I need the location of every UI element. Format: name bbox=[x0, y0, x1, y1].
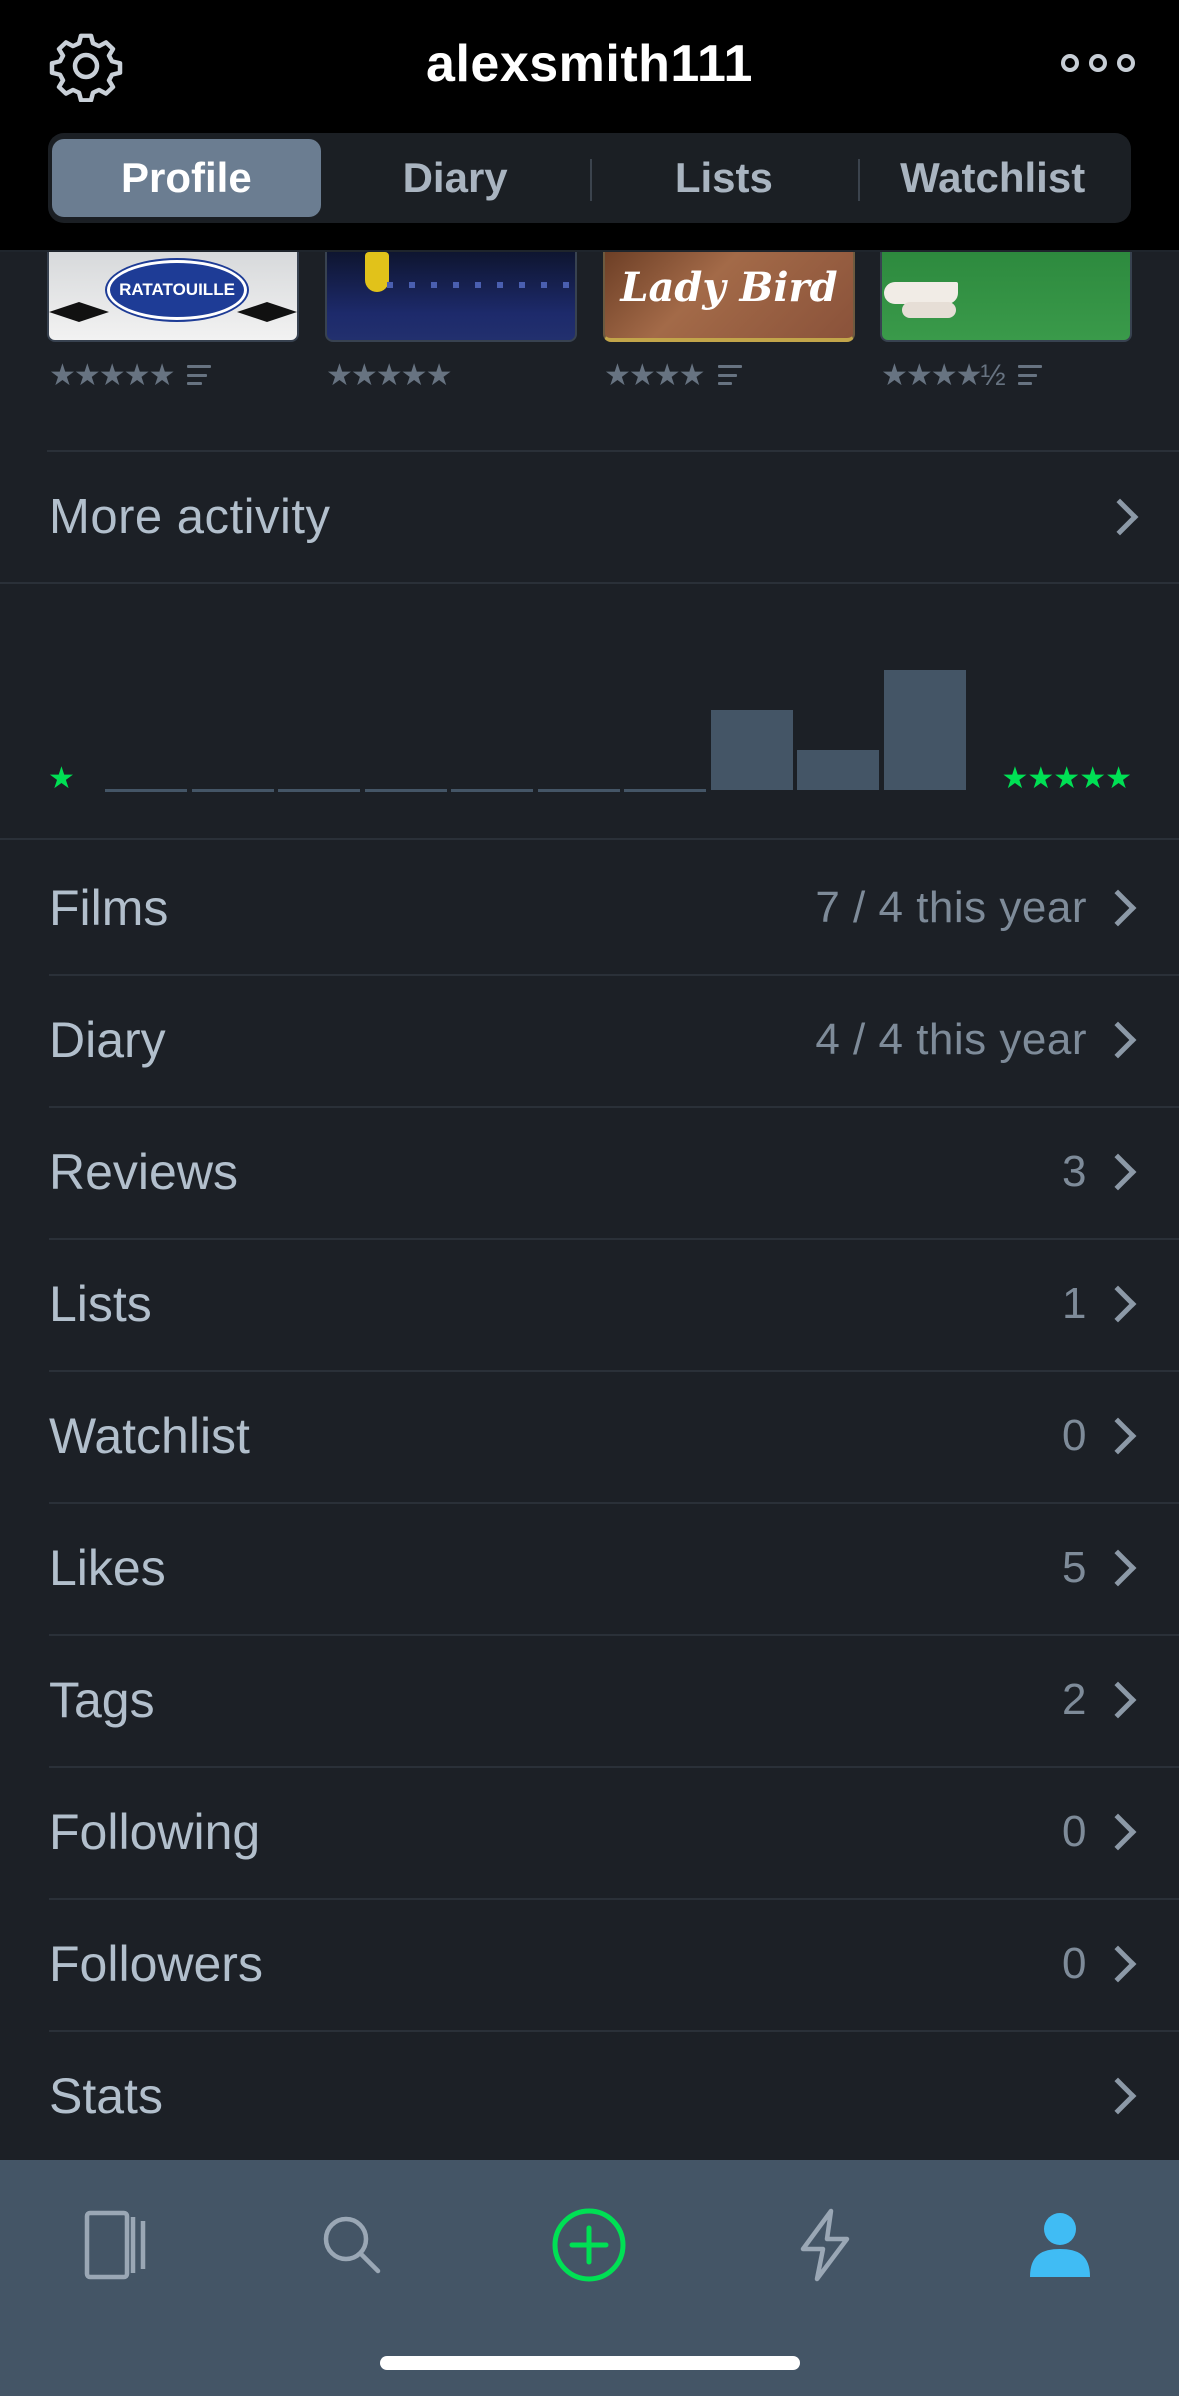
histogram-bar-empty bbox=[537, 789, 620, 792]
review-icon bbox=[1017, 365, 1042, 385]
histogram-low-star-label: ★ bbox=[48, 762, 75, 795]
tab-profile[interactable]: Profile bbox=[52, 139, 321, 217]
profile-segmented-control: Profile Diary Lists Watchlist bbox=[48, 133, 1131, 223]
chevron-right-icon bbox=[1099, 1681, 1137, 1719]
stats-row-value: 0 bbox=[1062, 1939, 1087, 1988]
chevron-right-icon bbox=[1099, 1285, 1137, 1323]
stats-row-followers[interactable]: Followers 0 bbox=[0, 1898, 1179, 2032]
chevron-right-icon bbox=[1099, 1813, 1137, 1851]
stats-row-watchlist[interactable]: Watchlist 0 bbox=[0, 1370, 1179, 1504]
histogram-bar-empty bbox=[451, 789, 533, 792]
add-icon[interactable] bbox=[529, 2190, 649, 2300]
chevron-right-icon bbox=[1099, 1549, 1137, 1587]
stats-row-label: Stats bbox=[49, 2068, 163, 2124]
stats-row-value: 3 bbox=[1062, 1147, 1087, 1196]
poster-title-text: RATATOUILLE bbox=[107, 260, 247, 320]
rating-stars: ★★★★★ bbox=[326, 358, 452, 392]
film-rating: ★★★★ bbox=[604, 358, 742, 392]
review-icon bbox=[187, 365, 212, 385]
activity-icon[interactable] bbox=[765, 2190, 885, 2300]
tab-lists[interactable]: Lists bbox=[589, 139, 859, 217]
film-poster-ratatouille[interactable]: RATATOUILLE bbox=[47, 252, 299, 342]
home-indicator bbox=[380, 2356, 800, 2370]
film-rating: ★★★★★ bbox=[49, 358, 212, 392]
stats-row-label: Followers bbox=[49, 1936, 263, 1992]
films-icon[interactable] bbox=[57, 2190, 177, 2300]
stats-row-lists[interactable]: Lists 1 bbox=[0, 1238, 1179, 1372]
profile-stats-list: Films 7 / 4 this year Diary 4 / 4 this year… bbox=[0, 842, 1179, 2162]
stats-row-value: 0 bbox=[1062, 1411, 1087, 1460]
profile-icon[interactable] bbox=[1000, 2190, 1120, 2300]
tab-watchlist[interactable]: Watchlist bbox=[858, 139, 1127, 217]
histogram-bar-empty bbox=[364, 789, 447, 792]
chevron-right-icon bbox=[1099, 1021, 1137, 1059]
review-icon bbox=[717, 365, 742, 385]
chevron-right-icon bbox=[1099, 889, 1137, 927]
film-poster-2[interactable] bbox=[325, 252, 577, 342]
ratings-histogram: ★ ★★★★★ bbox=[0, 584, 1179, 840]
stats-row-value: 5 bbox=[1062, 1543, 1087, 1592]
rating-stars: ★★★★½ bbox=[881, 358, 1006, 392]
stats-row-likes[interactable]: Likes 5 bbox=[0, 1502, 1179, 1636]
histogram-bar-empty bbox=[624, 789, 706, 792]
stats-row-value: 0 bbox=[1062, 1807, 1087, 1856]
chevron-right-icon bbox=[1101, 498, 1139, 536]
profile-username-title: alexsmith111 bbox=[426, 35, 753, 93]
stats-row-value: 7 / 4 this year bbox=[815, 883, 1087, 932]
stats-row-stats[interactable]: Stats bbox=[0, 2030, 1179, 2162]
more-options-icon[interactable] bbox=[1061, 54, 1135, 72]
histogram-bar bbox=[883, 670, 966, 790]
histogram-high-star-label: ★★★★★ bbox=[1001, 762, 1132, 795]
stats-row-following[interactable]: Following 0 bbox=[0, 1766, 1179, 1900]
recent-activity-posters: RATATOUILLE Lady Bird ★★★★★ ★★★★★ ★★★★ ★… bbox=[0, 252, 1179, 452]
rating-stars: ★★★★★ bbox=[49, 358, 175, 392]
stats-row-tags[interactable]: Tags 2 bbox=[0, 1634, 1179, 1768]
stats-row-label: Reviews bbox=[49, 1144, 238, 1200]
poster-title-text: Lady Bird bbox=[620, 264, 838, 311]
app-header: alexsmith111 Profile Diary Lists Watchli… bbox=[0, 0, 1179, 252]
stats-row-label: Following bbox=[49, 1804, 261, 1860]
histogram-bar-empty bbox=[278, 789, 360, 792]
search-icon[interactable] bbox=[292, 2190, 412, 2300]
stats-row-label: Diary bbox=[49, 1012, 166, 1068]
stats-row-reviews[interactable]: Reviews 3 bbox=[0, 1106, 1179, 1240]
stats-row-value: 4 / 4 this year bbox=[815, 1015, 1087, 1064]
stats-row-label: Lists bbox=[49, 1276, 152, 1332]
chevron-right-icon bbox=[1099, 1945, 1137, 1983]
stats-row-label: Likes bbox=[49, 1540, 166, 1596]
chevron-right-icon bbox=[1099, 1417, 1137, 1455]
stats-row-label: Tags bbox=[49, 1672, 155, 1728]
histogram-bar-empty bbox=[191, 789, 274, 792]
chevron-right-icon bbox=[1099, 2077, 1137, 2115]
stats-row-label: Films bbox=[49, 880, 169, 936]
film-rating: ★★★★★ bbox=[326, 358, 452, 392]
film-poster-lady-bird[interactable]: Lady Bird bbox=[603, 252, 855, 342]
stats-row-films[interactable]: Films 7 / 4 this year bbox=[0, 842, 1179, 976]
film-rating: ★★★★½ bbox=[881, 358, 1042, 392]
histogram-bar bbox=[710, 710, 793, 790]
stats-row-value: 2 bbox=[1062, 1675, 1087, 1724]
stats-row-value: 1 bbox=[1062, 1279, 1087, 1328]
stats-row-diary[interactable]: Diary 4 / 4 this year bbox=[0, 974, 1179, 1108]
chevron-right-icon bbox=[1099, 1153, 1137, 1191]
more-activity-row[interactable]: More activity bbox=[0, 452, 1179, 582]
tab-diary[interactable]: Diary bbox=[321, 139, 590, 217]
more-activity-label: More activity bbox=[49, 490, 331, 544]
histogram-bar bbox=[797, 750, 879, 790]
stats-row-label: Watchlist bbox=[49, 1408, 250, 1464]
film-poster-4[interactable] bbox=[880, 252, 1132, 342]
histogram-bar-empty bbox=[105, 789, 187, 792]
rating-stars: ★★★★ bbox=[604, 358, 706, 392]
